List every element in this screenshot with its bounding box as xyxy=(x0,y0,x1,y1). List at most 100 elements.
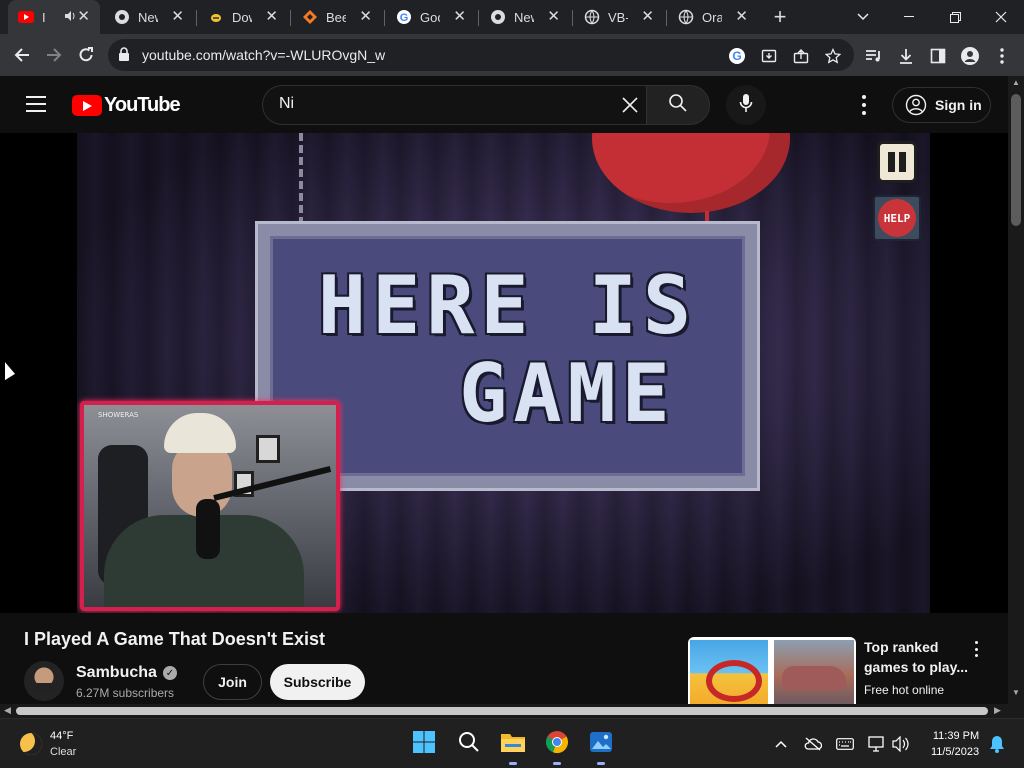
close-tab-icon[interactable]: ✕ xyxy=(735,9,748,25)
tab-title: New xyxy=(138,9,158,25)
google-lens-icon[interactable]: G xyxy=(728,47,746,65)
address-bar[interactable]: youtube.com/watch?v=-WLUROvgN_w G xyxy=(108,39,854,71)
restore-button[interactable] xyxy=(932,0,978,34)
folder-icon xyxy=(500,731,526,758)
ad-title[interactable]: Top ranked games to play... xyxy=(864,637,974,677)
reload-icon[interactable] xyxy=(74,43,98,67)
onedrive-offline-icon[interactable] xyxy=(804,735,822,753)
weather-condition[interactable]: Clear xyxy=(50,746,76,758)
search-button[interactable] xyxy=(646,85,710,125)
search-input[interactable] xyxy=(279,95,599,113)
search-box[interactable] xyxy=(262,85,646,125)
close-tab-icon[interactable]: ✕ xyxy=(547,9,560,25)
video-frame[interactable]: HERE IS GAME SHOWERAS xyxy=(77,133,930,613)
scroll-down-arrow-icon[interactable]: ▼ xyxy=(1012,688,1020,697)
profile-icon[interactable] xyxy=(960,46,980,66)
url-text[interactable]: youtube.com/watch?v=-WLUROvgN_w xyxy=(142,47,385,63)
youtube-play-icon xyxy=(72,95,102,116)
globe-icon xyxy=(584,9,600,25)
game-sign-panel: HERE IS GAME xyxy=(270,236,745,476)
bookmark-star-icon[interactable] xyxy=(824,47,842,65)
settings-kebab-icon[interactable] xyxy=(858,95,870,115)
tab-title: Goo xyxy=(420,9,440,25)
channel-name[interactable]: Sambucha ✓ xyxy=(76,664,177,682)
join-button[interactable]: Join xyxy=(203,664,262,700)
ad-source: Free hot online xyxy=(864,683,945,697)
tab-new-1[interactable]: New ✕ xyxy=(104,0,194,34)
scroll-left-arrow-icon[interactable]: ◀ xyxy=(4,705,11,716)
clear-search-icon[interactable] xyxy=(618,93,642,117)
tab-orange[interactable]: Oran ✕ xyxy=(668,0,758,34)
lock-icon[interactable] xyxy=(118,47,130,66)
new-tab-button[interactable]: + xyxy=(768,5,792,29)
close-tab-icon[interactable]: ✕ xyxy=(171,9,184,25)
weather-temperature[interactable]: 44°F xyxy=(50,730,73,742)
tab-youtube[interactable]: I ✕ xyxy=(8,0,100,34)
network-icon[interactable] xyxy=(868,735,886,753)
subscribe-button[interactable]: Subscribe xyxy=(270,664,365,700)
beebom-icon xyxy=(302,9,318,25)
guide-menu-icon[interactable] xyxy=(26,96,46,112)
volume-icon[interactable] xyxy=(892,735,910,753)
chrome-menu-icon[interactable] xyxy=(992,46,1012,66)
taskbar-search-button[interactable] xyxy=(454,729,484,759)
windows-logo-icon xyxy=(412,730,436,759)
download-icon[interactable] xyxy=(896,46,916,66)
webcam-overlay: SHOWERAS xyxy=(80,401,340,611)
keyboard-icon[interactable] xyxy=(836,735,854,753)
sign-line-2: GAME xyxy=(459,347,676,440)
close-tab-icon[interactable]: ✕ xyxy=(641,9,654,25)
close-tab-icon[interactable]: ✕ xyxy=(77,9,90,25)
taskbar-photos[interactable] xyxy=(586,729,616,765)
youtube-logo-text: YouTube xyxy=(104,94,181,116)
clock-time[interactable]: 11:39 PM xyxy=(928,730,984,742)
close-window-button[interactable] xyxy=(978,0,1024,34)
horizontal-scrollbar[interactable]: ◀ ▶ xyxy=(0,704,1008,718)
tab-separator xyxy=(196,10,197,26)
channel-avatar[interactable] xyxy=(24,661,64,701)
youtube-logo[interactable]: YouTube xyxy=(72,94,181,117)
start-button[interactable] xyxy=(409,729,439,759)
taskbar-file-explorer[interactable] xyxy=(498,729,528,765)
microphone-icon xyxy=(739,93,753,118)
youtube-icon xyxy=(18,9,34,25)
tab-google[interactable]: G Goo ✕ xyxy=(386,0,476,34)
tab-beebom[interactable]: BeeB ✕ xyxy=(292,0,382,34)
media-controls-icon[interactable] xyxy=(864,46,884,66)
ad-menu-icon[interactable] xyxy=(972,641,980,657)
scroll-right-arrow-icon[interactable]: ▶ xyxy=(994,705,1001,716)
clock-date[interactable]: 11/5/2023 xyxy=(924,746,986,758)
ad-thumbnail[interactable] xyxy=(688,637,856,705)
horizontal-scroll-thumb[interactable] xyxy=(16,707,988,715)
scroll-up-arrow-icon[interactable]: ▲ xyxy=(1012,78,1020,87)
help-label: HELP xyxy=(878,199,916,237)
tab-vb-audio[interactable]: VB-A ✕ xyxy=(574,0,664,34)
share-icon[interactable] xyxy=(792,47,810,65)
vertical-scrollbar[interactable]: ▲ ▼ xyxy=(1008,76,1024,704)
close-tab-icon[interactable]: ✕ xyxy=(359,9,372,25)
taskbar-chrome[interactable] xyxy=(542,729,572,765)
moon-icon[interactable] xyxy=(20,733,42,755)
streamer-cap xyxy=(164,413,236,453)
mouse-cursor-icon xyxy=(5,362,15,382)
tab-separator xyxy=(666,10,667,26)
speaker-icon[interactable] xyxy=(64,10,76,25)
forward-icon[interactable] xyxy=(42,43,66,67)
install-app-icon[interactable] xyxy=(760,47,778,65)
search-icon xyxy=(458,731,480,758)
vertical-scroll-thumb[interactable] xyxy=(1011,94,1021,226)
show-hidden-icons-chevron[interactable] xyxy=(772,735,790,753)
close-tab-icon[interactable]: ✕ xyxy=(453,9,466,25)
side-panel-icon[interactable] xyxy=(928,46,948,66)
sign-in-button[interactable]: Sign in xyxy=(892,87,991,123)
back-icon[interactable] xyxy=(10,43,34,67)
youtube-masthead: YouTube Sign in xyxy=(0,76,1008,133)
minimize-button[interactable] xyxy=(886,0,932,34)
tab-new-2[interactable]: New ✕ xyxy=(480,0,570,34)
notification-bell-icon[interactable] xyxy=(988,735,1006,753)
close-tab-icon[interactable]: ✕ xyxy=(265,9,278,25)
voice-search-button[interactable] xyxy=(726,85,766,125)
tab-download[interactable]: Dow ✕ xyxy=(198,0,288,34)
video-player[interactable]: HERE IS GAME SHOWERAS HELP xyxy=(0,133,1008,613)
tab-search-icon[interactable] xyxy=(840,0,886,34)
